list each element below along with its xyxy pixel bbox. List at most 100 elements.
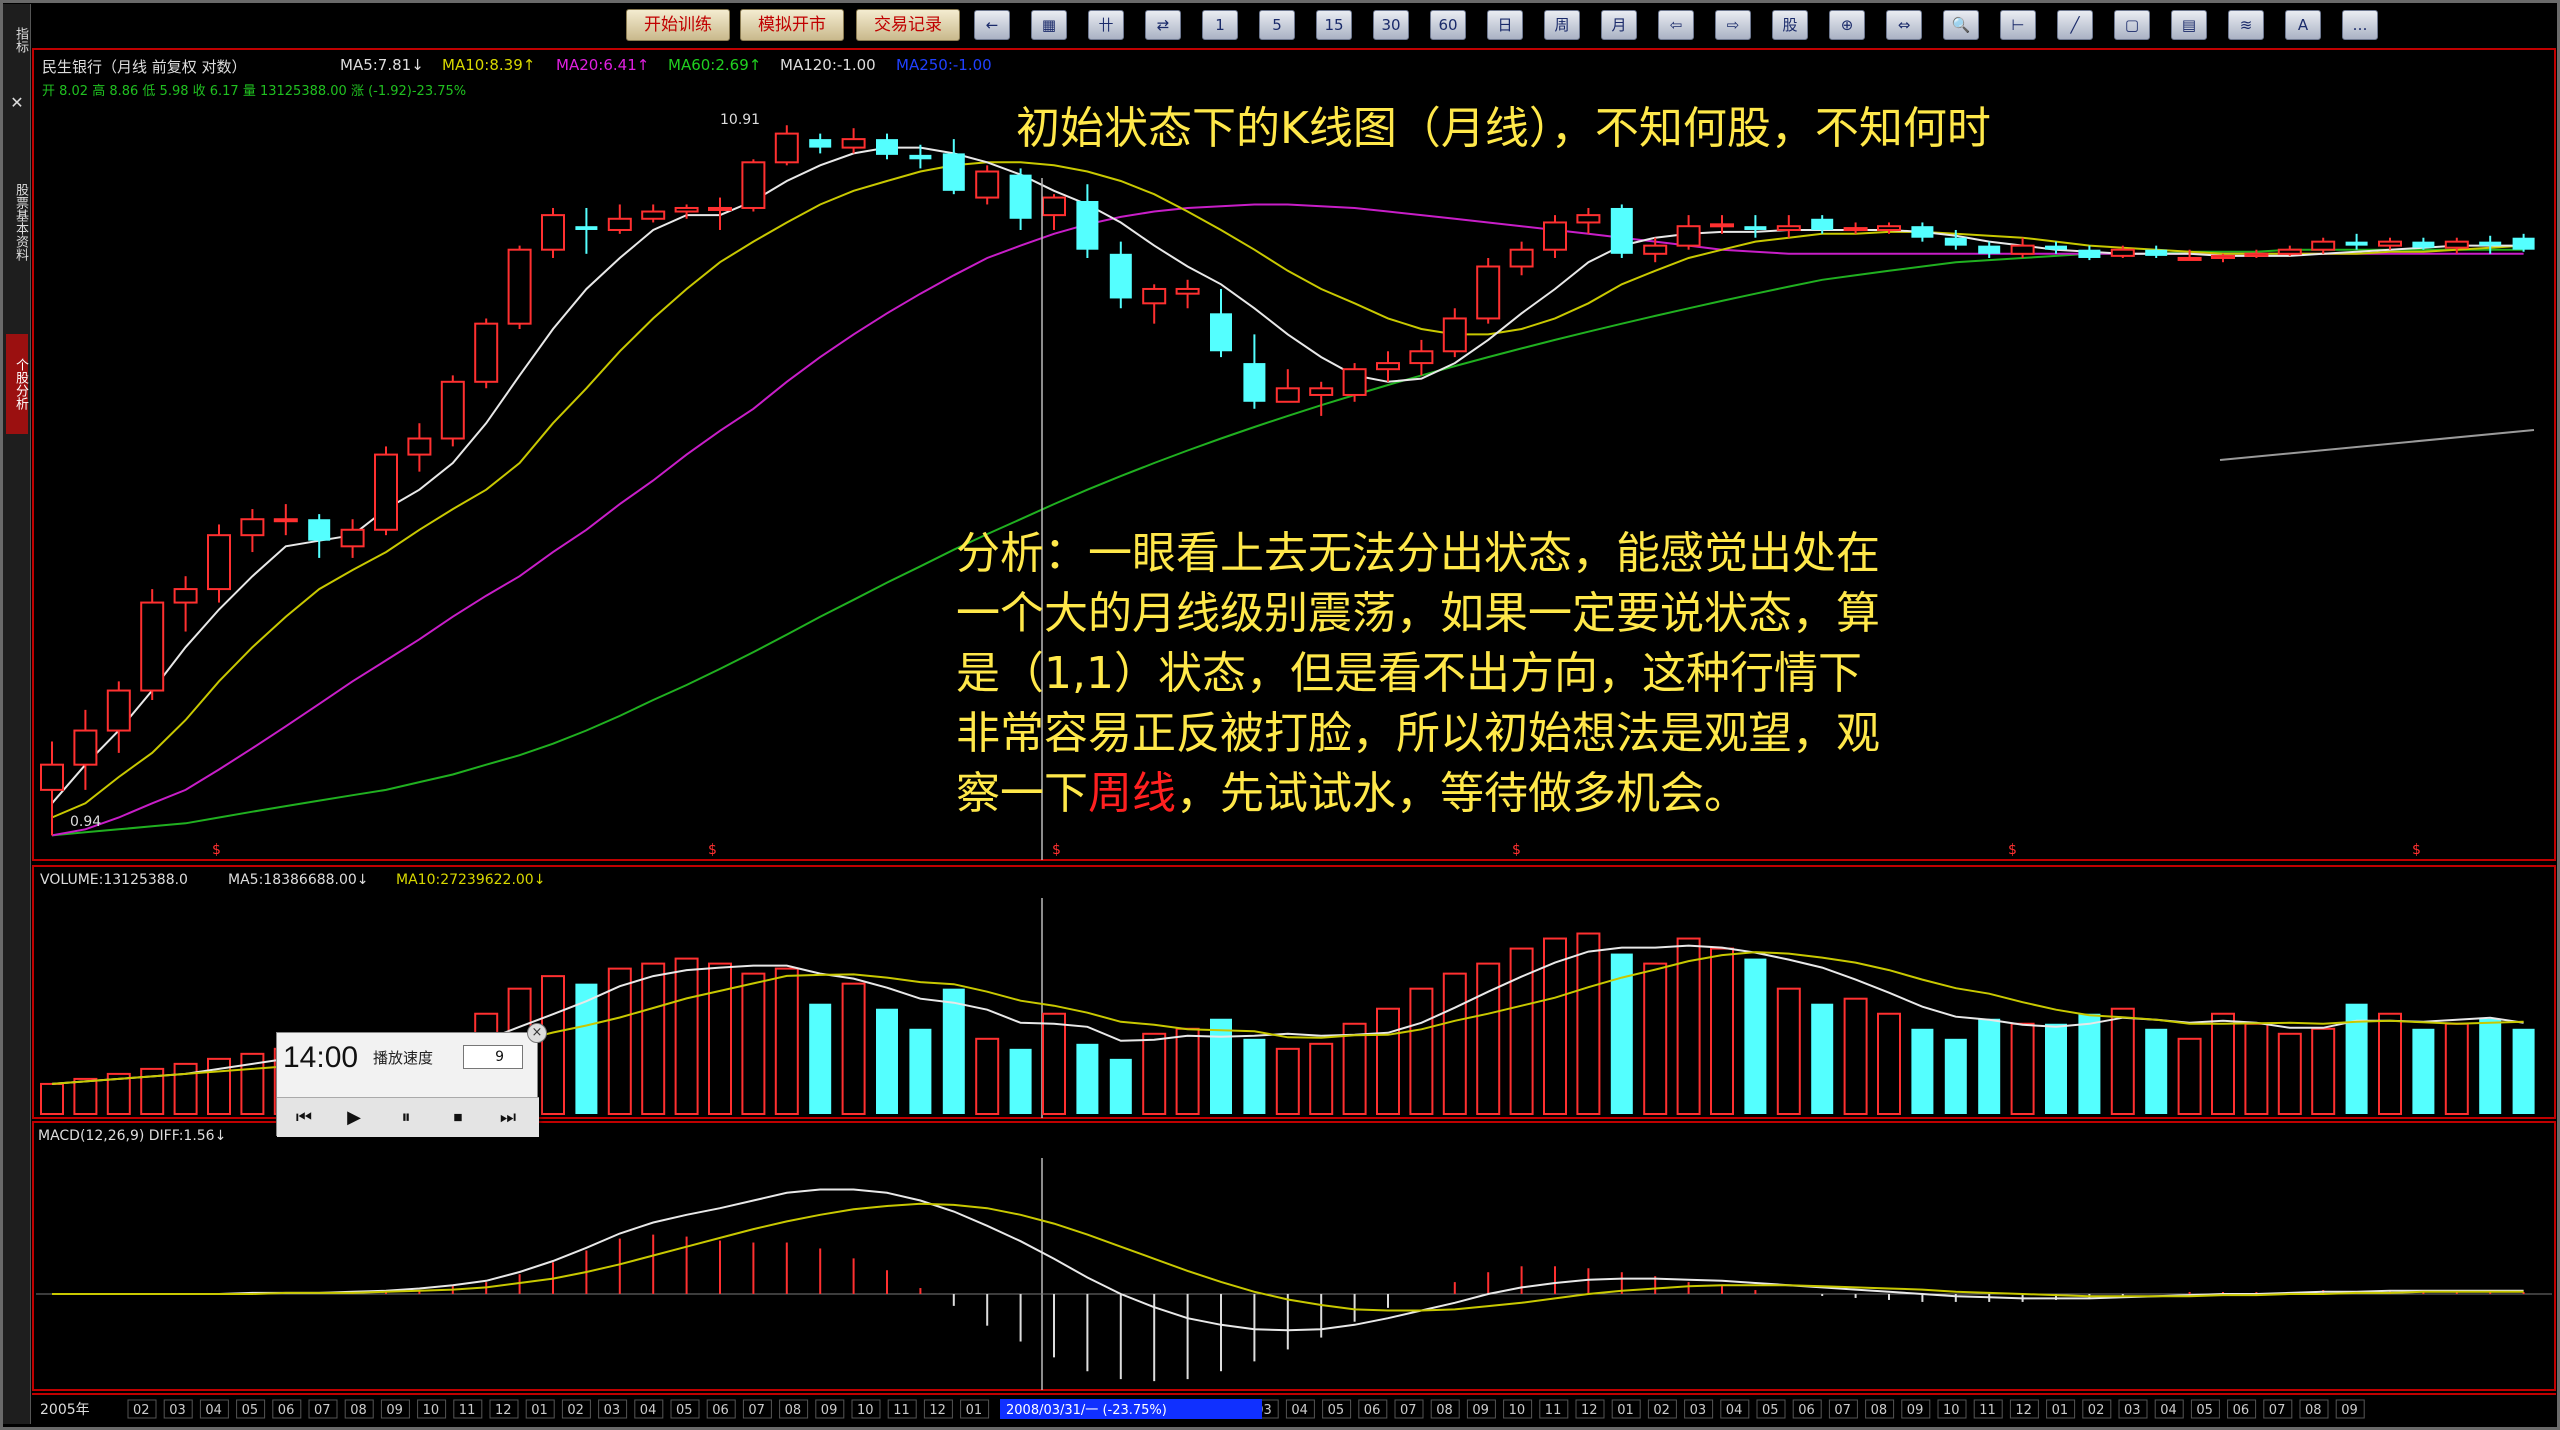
volume-info-ma5: MA5:18386688.00↓ [228,872,369,888]
right-icon[interactable]: ⇨ [1715,10,1751,40]
window-icon[interactable]: ▢ [2114,10,2150,40]
text-icon[interactable]: A [2285,10,2321,40]
left-tab-stock-analysis[interactable]: 个股分析 [6,334,28,434]
rewind-icon[interactable]: ⏮ [287,1106,321,1130]
close-icon[interactable]: ✕ [8,94,26,112]
volume-bar-down [1009,1048,1032,1114]
candle-up [1543,221,1567,251]
cursor-date-label: 2008/03/31/一 (-23.75%) [1006,1403,1167,1418]
candle-up [841,138,866,149]
volume-bar-down [1210,1018,1232,1114]
date-axis-tick: 12 [929,1403,946,1418]
draw-line-icon[interactable]: ╱ [2057,10,2093,40]
date-axis-tick: 05 [1328,1403,1345,1418]
macd-info: MACD(12,26,9) DIFF:1.56↓ [38,1128,227,1144]
swap-icon[interactable]: ⇄ [1145,10,1181,40]
year-marker: $ [1512,842,1521,858]
day-icon[interactable]: 日 [1487,10,1523,40]
indicator-icon[interactable]: ≋ [2228,10,2264,40]
candle-down [876,139,898,155]
candle-up [1843,227,1868,232]
date-axis-tick: 06 [712,1403,729,1418]
toolbar-button-1[interactable]: 模拟开市 [740,9,844,41]
volume-bar-down [1109,1058,1132,1114]
period-30-icon[interactable]: 30 [1373,10,1409,40]
replay-time: 14:00 [283,1041,359,1074]
volume-bar-up [2244,1022,2269,1116]
period-5-icon[interactable]: 5 [1259,10,1295,40]
annotation-line: 是（1,1）状态，但是看不出方向，这种行情下 [956,648,1862,699]
annotation-suffix: ，先试试水，等待做多机会。 [1176,768,1748,819]
candle-up [1776,225,1801,231]
candle-up [674,206,699,213]
toolbar-button-0[interactable]: 开始训练 [626,9,730,41]
candle-down [809,139,832,148]
candle-up [1275,387,1300,403]
week-icon[interactable]: 周 [1544,10,1580,40]
month-icon[interactable]: 月 [1601,10,1637,40]
candle-up [2277,248,2302,255]
forward-icon[interactable]: ⏭ [491,1106,525,1130]
candle-up [641,210,666,220]
date-axis-tick: 04 [205,1403,222,1418]
volume-bar-up [73,1077,98,1115]
period-15-icon[interactable]: 15 [1316,10,1352,40]
annotation-line: 察一下周线，先试试水，等待做多机会。 [956,764,2056,824]
speed-input[interactable]: 9 [463,1045,523,1069]
candle-up [1309,387,1334,396]
target-icon[interactable]: ⊕ [1829,10,1865,40]
ruler-icon[interactable]: ⊢ [2000,10,2036,40]
date-axis-tick: 10 [857,1403,874,1418]
panel-icon[interactable]: ▤ [2171,10,2207,40]
grid-icon[interactable]: ▦ [1031,10,1067,40]
period-60-icon[interactable]: 60 [1430,10,1466,40]
volume-bar-down [1978,1018,2001,1114]
period-1-icon[interactable]: 1 [1202,10,1238,40]
volume-bar-down [1944,1038,1967,1114]
candle-up [2244,252,2269,257]
player-controls: ⏮ ▶ ⏸ ⏹ ⏭ [277,1097,539,1137]
volume-bar-up [741,972,766,1115]
date-axis-tick: 03 [2124,1403,2141,1418]
candle-up [1877,225,1901,231]
left-tab-indicator[interactable]: 指标 [6,10,28,70]
volume-bar-down [2512,1028,2535,1114]
candle-up [2378,240,2402,247]
annotation-highlight: 周线 [1088,768,1176,819]
toolbar-button-2[interactable]: 交易记录 [856,9,960,41]
volume-bar-down [2078,1013,2101,1114]
candle-down [308,519,331,541]
play-icon[interactable]: ▶ [337,1106,371,1130]
volume-bar-up [173,1062,198,1115]
zoom-icon[interactable]: 🔍 [1943,10,1979,40]
high-price-label: 10.91 [720,112,761,128]
left-tab-basic-info[interactable]: 股票基本资料 [6,122,28,322]
candle-up [207,534,231,591]
expand-icon[interactable]: ⇔ [1886,10,1922,40]
main-info-ma250: MA250:-1.00 [896,56,992,74]
candle-up [1376,362,1400,371]
close-icon[interactable]: × [527,1023,547,1043]
stop-icon[interactable]: ⏹ [441,1106,475,1130]
volume-bar-down [876,1008,898,1114]
date-axis-tick: 02 [567,1403,584,1418]
volume-bar-down [809,1003,832,1114]
candle-up [1476,265,1501,320]
volume-bar-up [2010,1022,2035,1116]
volume-bar-up [674,957,699,1115]
pause-icon[interactable]: ⏸ [389,1106,423,1130]
date-axis-tick: 07 [1834,1403,1851,1418]
annotation-prefix: 察一下 [956,768,1088,819]
candle-up [2177,256,2202,261]
left-icon[interactable]: ⇦ [1658,10,1694,40]
more-icon[interactable]: … [2342,10,2378,40]
candle-up [2110,248,2135,257]
candle-down [909,154,932,160]
binary-icon[interactable]: 卄 [1088,10,1124,40]
date-axis-tick: 03 [604,1403,621,1418]
candle-up [1643,244,1668,255]
volume-bar-up [40,1082,64,1116]
back-icon[interactable]: ← [974,10,1010,40]
volume-bar-up [975,1037,1000,1115]
stock-icon[interactable]: 股 [1772,10,1808,40]
